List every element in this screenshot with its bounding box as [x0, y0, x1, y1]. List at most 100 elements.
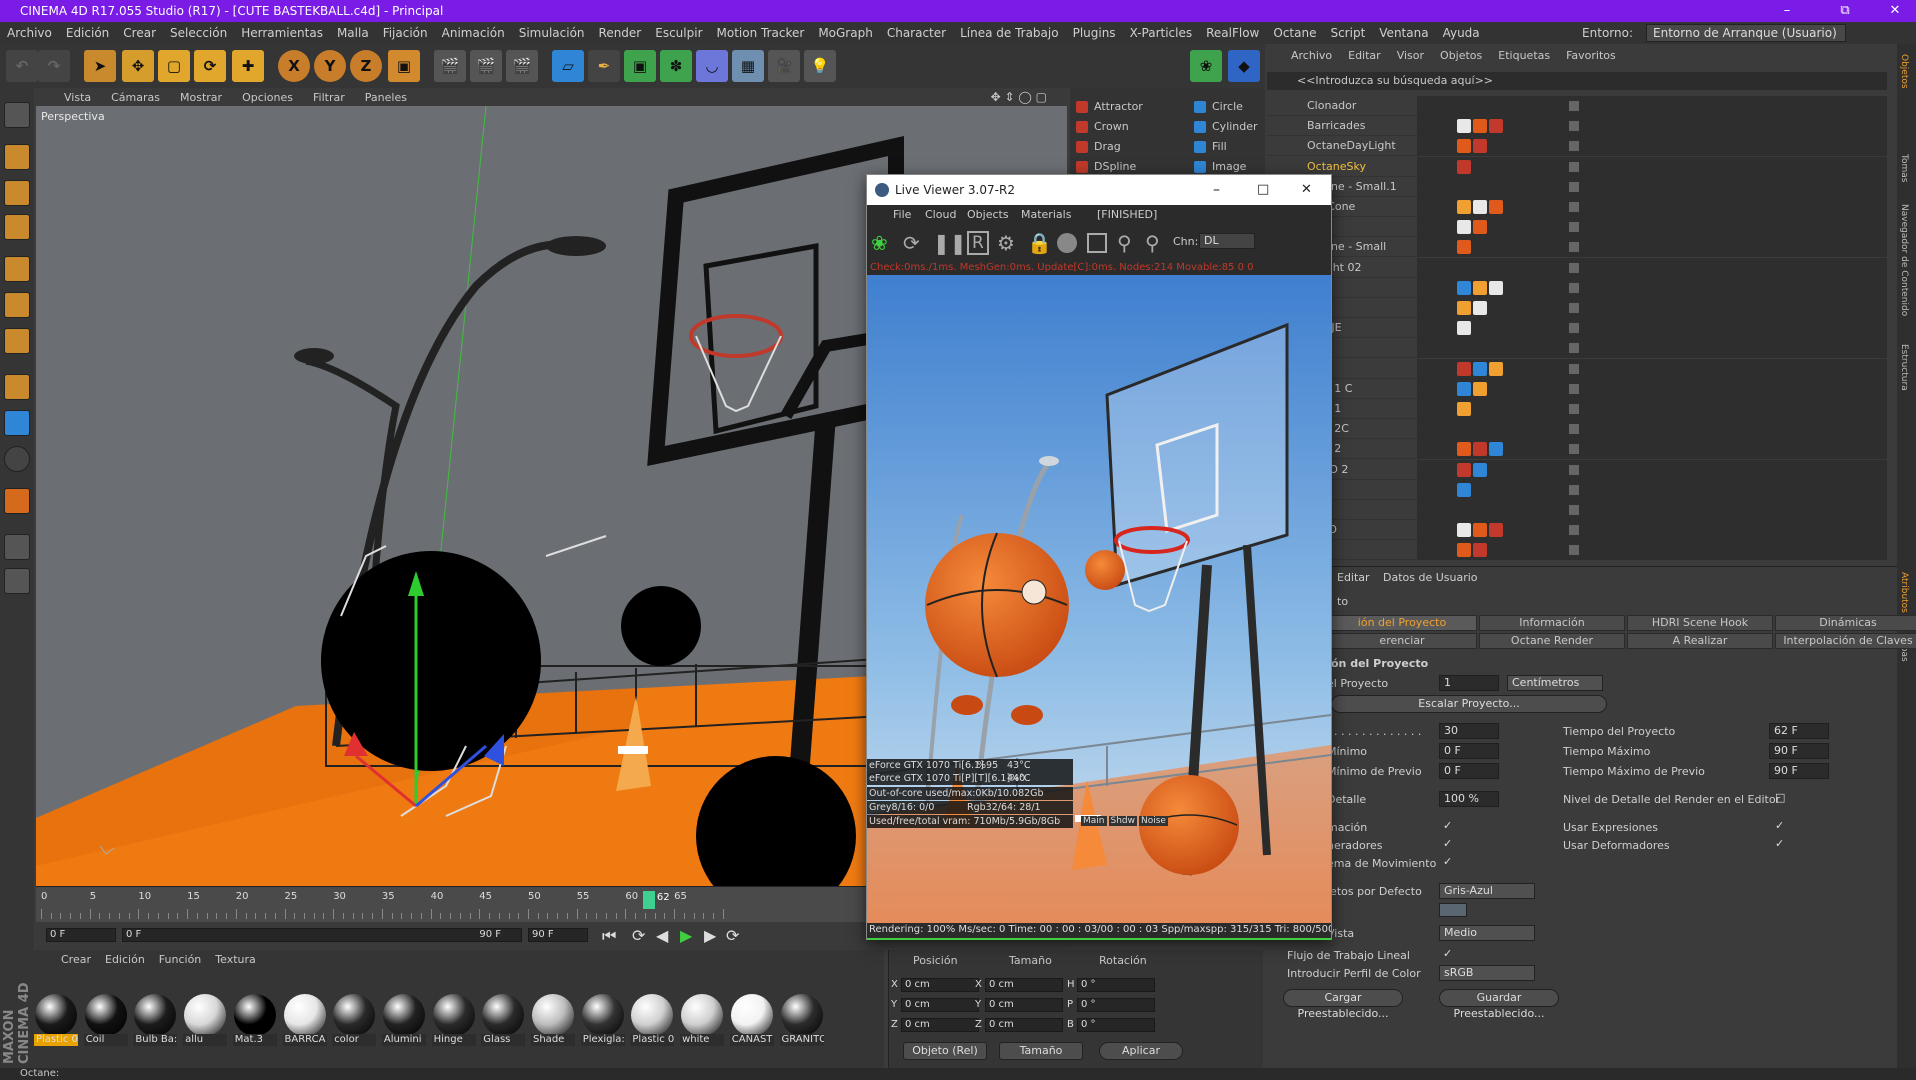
object-tag-icon[interactable]: [1457, 523, 1471, 538]
lv-pick-white-icon[interactable]: ⚲: [1145, 231, 1160, 255]
menu-render[interactable]: Render: [592, 26, 649, 40]
object-row[interactable]: OctaneDayLight: [1267, 136, 1887, 157]
material-swatch[interactable]: BARRCA: [282, 994, 327, 1046]
menu-crear[interactable]: Crear: [116, 26, 163, 40]
cube-icon[interactable]: ▱: [552, 50, 584, 82]
material-menu-textura[interactable]: Textura: [208, 953, 262, 966]
om-menu-etiquetas[interactable]: Etiquetas: [1490, 49, 1558, 62]
om-menu-editar[interactable]: Editar: [1340, 49, 1389, 62]
material-swatch[interactable]: allu: [183, 994, 228, 1046]
scale-project-button[interactable]: Escalar Proyecto...: [1331, 695, 1607, 713]
visibility-icon[interactable]: [1569, 424, 1579, 435]
x-axis-button[interactable]: X: [278, 50, 310, 82]
am-min-time-field[interactable]: 0 F: [1439, 743, 1499, 759]
visibility-icon[interactable]: [1569, 525, 1579, 536]
coord-value-field[interactable]: 0 cm: [985, 978, 1063, 992]
visibility-icon[interactable]: [1569, 242, 1579, 253]
coord-value-field[interactable]: 0 °: [1077, 1018, 1155, 1032]
grid-lock-icon[interactable]: [4, 534, 30, 560]
object-tag-icon[interactable]: [1473, 200, 1487, 214]
loop-icon[interactable]: ⟳: [632, 926, 645, 945]
lv-minimize-icon[interactable]: –: [1213, 175, 1220, 205]
visibility-icon[interactable]: [1569, 282, 1579, 293]
tab-estructura[interactable]: Estructura: [1899, 344, 1909, 391]
object-tag-icon[interactable]: [1457, 240, 1471, 255]
menu-motion-tracker[interactable]: Motion Tracker: [710, 26, 812, 40]
timeline-playhead[interactable]: [642, 891, 655, 909]
lv-material-ball-icon[interactable]: [1057, 233, 1077, 253]
menu-script[interactable]: Script: [1323, 26, 1372, 40]
menu-character[interactable]: Character: [880, 26, 953, 40]
make-editable-icon[interactable]: [4, 102, 30, 128]
object-row[interactable]: AZO 2: [1267, 439, 1887, 460]
rotate-icon[interactable]: ⟳: [194, 50, 226, 82]
subdivision-icon[interactable]: ▣: [624, 50, 656, 82]
coord-value-field[interactable]: 0 cm: [985, 998, 1063, 1012]
object-row[interactable]: c Light 02: [1267, 257, 1887, 278]
object-tag-icon[interactable]: [1457, 200, 1471, 214]
render-picture-viewer-icon[interactable]: 🎬: [470, 50, 502, 82]
visibility-icon[interactable]: [1569, 303, 1579, 313]
om-menu-objetos[interactable]: Objetos: [1432, 49, 1490, 62]
object-tag-icon[interactable]: [1473, 462, 1487, 477]
object-row[interactable]: c Cone - Small: [1267, 237, 1887, 258]
object-row[interactable]: OctaneSky: [1267, 156, 1887, 177]
material-swatch[interactable]: Plastic 0: [34, 994, 78, 1046]
start-frame-field[interactable]: 0 F: [46, 928, 116, 942]
record-icon[interactable]: ⟳: [726, 926, 739, 945]
floor-icon[interactable]: ▦: [732, 50, 764, 82]
visibility-icon[interactable]: [1569, 181, 1579, 192]
menu-herramientas[interactable]: Herramientas: [234, 26, 330, 40]
object-tag-icon[interactable]: [1457, 442, 1471, 457]
plugin-drag[interactable]: Drag: [1072, 138, 1164, 156]
visibility-icon[interactable]: [1569, 505, 1579, 515]
tab-dinamicas[interactable]: Dinámicas: [1775, 615, 1916, 631]
object-row[interactable]: 2: [1267, 358, 1887, 379]
coord-value-field[interactable]: 0 cm: [901, 978, 979, 992]
visibility-icon[interactable]: [1569, 101, 1579, 111]
lv-close-icon[interactable]: ✕: [1301, 175, 1312, 205]
am-scale-field[interactable]: 1: [1439, 675, 1499, 691]
object-row[interactable]: AC: [1267, 298, 1887, 318]
visibility-icon[interactable]: [1569, 121, 1579, 132]
am-deformers-checkbox[interactable]: ✓: [1775, 838, 1785, 849]
object-tag-icon[interactable]: [1473, 442, 1487, 457]
object-tag-icon[interactable]: [1473, 139, 1487, 154]
menu-ayuda[interactable]: Ayuda: [1436, 26, 1487, 40]
visibility-icon[interactable]: [1569, 141, 1579, 152]
camera-icon[interactable]: 🎥: [768, 50, 800, 82]
material-swatch[interactable]: Hinge: [431, 994, 476, 1046]
visibility-icon[interactable]: [1569, 363, 1579, 374]
am-project-time-field[interactable]: 62 F: [1769, 723, 1829, 739]
magnet-icon[interactable]: [4, 488, 30, 514]
coord-mode-select[interactable]: Objeto (Rel): [903, 1042, 987, 1060]
object-search-input[interactable]: <<Introduzca su búsqueda aquí>>: [1267, 72, 1887, 90]
am-linear-workflow-checkbox[interactable]: ✓: [1443, 948, 1453, 959]
play-icon[interactable]: ▶: [680, 926, 692, 945]
cloner-icon[interactable]: ✽: [660, 50, 692, 82]
plugin-attractor[interactable]: Attractor: [1072, 98, 1164, 116]
load-preset-button[interactable]: Cargar Preestablecido...: [1283, 989, 1403, 1020]
object-tag-icon[interactable]: [1473, 119, 1487, 134]
object-row[interactable]: ffic Cone: [1267, 197, 1887, 217]
tab-atributos[interactable]: Atributos: [1899, 572, 1909, 613]
lv-restart-icon[interactable]: ⟳: [903, 231, 920, 255]
material-swatch[interactable]: white: [680, 994, 725, 1046]
object-tag-icon[interactable]: [1457, 321, 1471, 336]
lv-send-scene-icon[interactable]: ❀: [871, 231, 888, 255]
material-swatch[interactable]: GRANITO: [779, 994, 824, 1046]
lv-pause-icon[interactable]: ❚❚: [933, 231, 967, 255]
am-motion-system-checkbox[interactable]: ✓: [1443, 856, 1453, 867]
visibility-icon[interactable]: [1569, 444, 1579, 455]
menu-linea-de-trabajo[interactable]: Línea de Trabajo: [953, 26, 1066, 40]
menu-x-particles[interactable]: X-Particles: [1123, 26, 1200, 40]
material-menu-crear[interactable]: Crear: [54, 953, 98, 966]
octane-icon[interactable]: ❀: [1190, 50, 1222, 82]
am-expressions-checkbox[interactable]: ✓: [1775, 820, 1785, 831]
am-fps-field[interactable]: 30: [1439, 723, 1499, 739]
am-color-profile-select[interactable]: sRGB: [1439, 965, 1535, 981]
coord-value-field[interactable]: 0 cm: [985, 1018, 1063, 1032]
render-view-icon[interactable]: 🎬: [434, 50, 466, 82]
visibility-icon[interactable]: [1569, 323, 1579, 334]
menu-archivo[interactable]: Archivo: [0, 26, 59, 40]
